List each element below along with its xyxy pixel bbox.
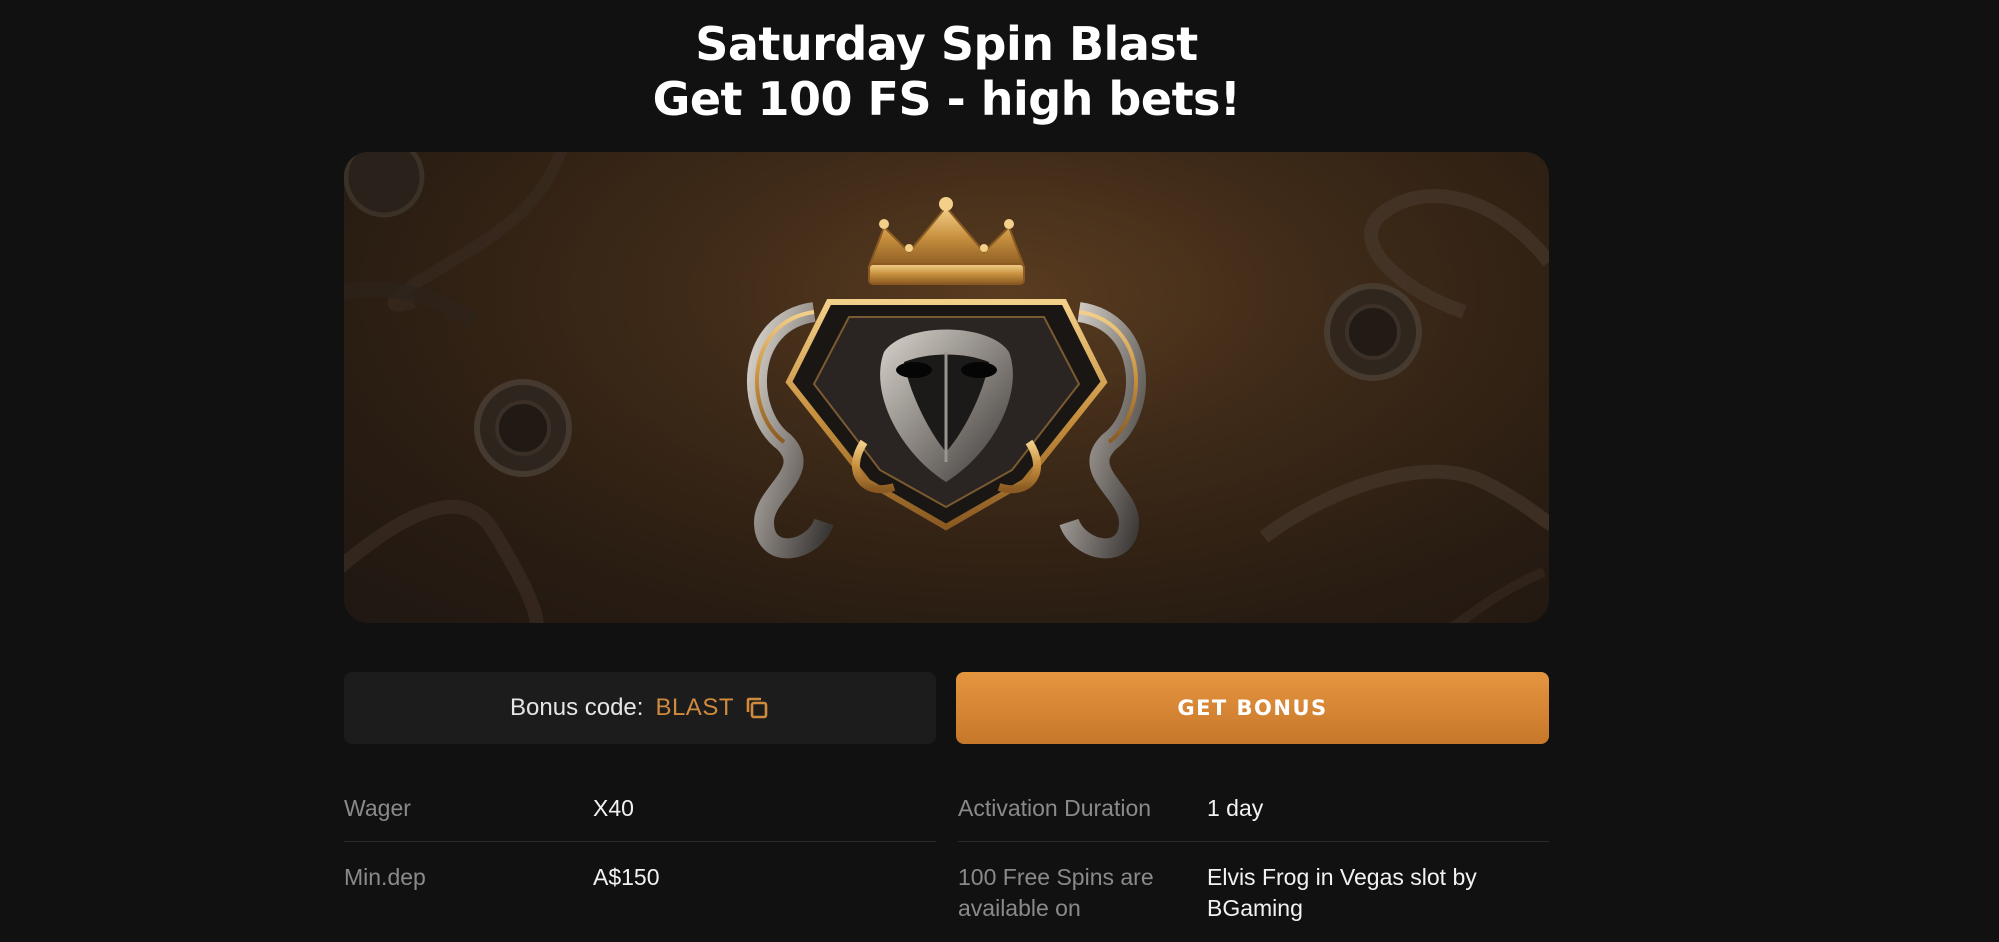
copy-icon[interactable]: [744, 695, 770, 721]
free-spins-value-line1: Elvis Frog in Vegas slot by: [1207, 864, 1477, 890]
wager-label: Wager: [344, 795, 411, 821]
promo-title: Saturday Spin Blast Get 100 FS - high be…: [0, 17, 1893, 127]
min-dep-value: A$150: [593, 864, 660, 890]
activation-duration-label: Activation Duration: [958, 795, 1152, 821]
free-spins-label: 100 Free Spins are available on: [958, 862, 1154, 924]
min-dep-label: Min.dep: [344, 864, 426, 890]
row-divider: [344, 841, 936, 842]
bonus-code-box: Bonus code: BLAST: [344, 672, 936, 744]
bonus-code-label: Bonus code:: [510, 694, 644, 721]
free-spins-value: Elvis Frog in Vegas slot by BGaming: [1207, 862, 1477, 924]
row-divider: [958, 841, 1549, 842]
activation-duration-value: 1 day: [1207, 795, 1264, 821]
promo-banner-image: [344, 152, 1549, 623]
free-spins-label-line1: 100 Free Spins are: [958, 864, 1154, 890]
promo-title-line1: Saturday Spin Blast: [695, 16, 1198, 71]
bonus-code-value: BLAST: [655, 694, 734, 721]
free-spins-value-line2: BGaming: [1207, 895, 1303, 921]
crowned-snake-emblem: [344, 152, 1549, 623]
free-spins-label-line2: available on: [958, 895, 1081, 921]
promo-title-line2: Get 100 FS - high bets!: [652, 71, 1241, 126]
wager-value: X40: [593, 795, 634, 821]
get-bonus-button[interactable]: GET BONUS: [956, 672, 1549, 744]
